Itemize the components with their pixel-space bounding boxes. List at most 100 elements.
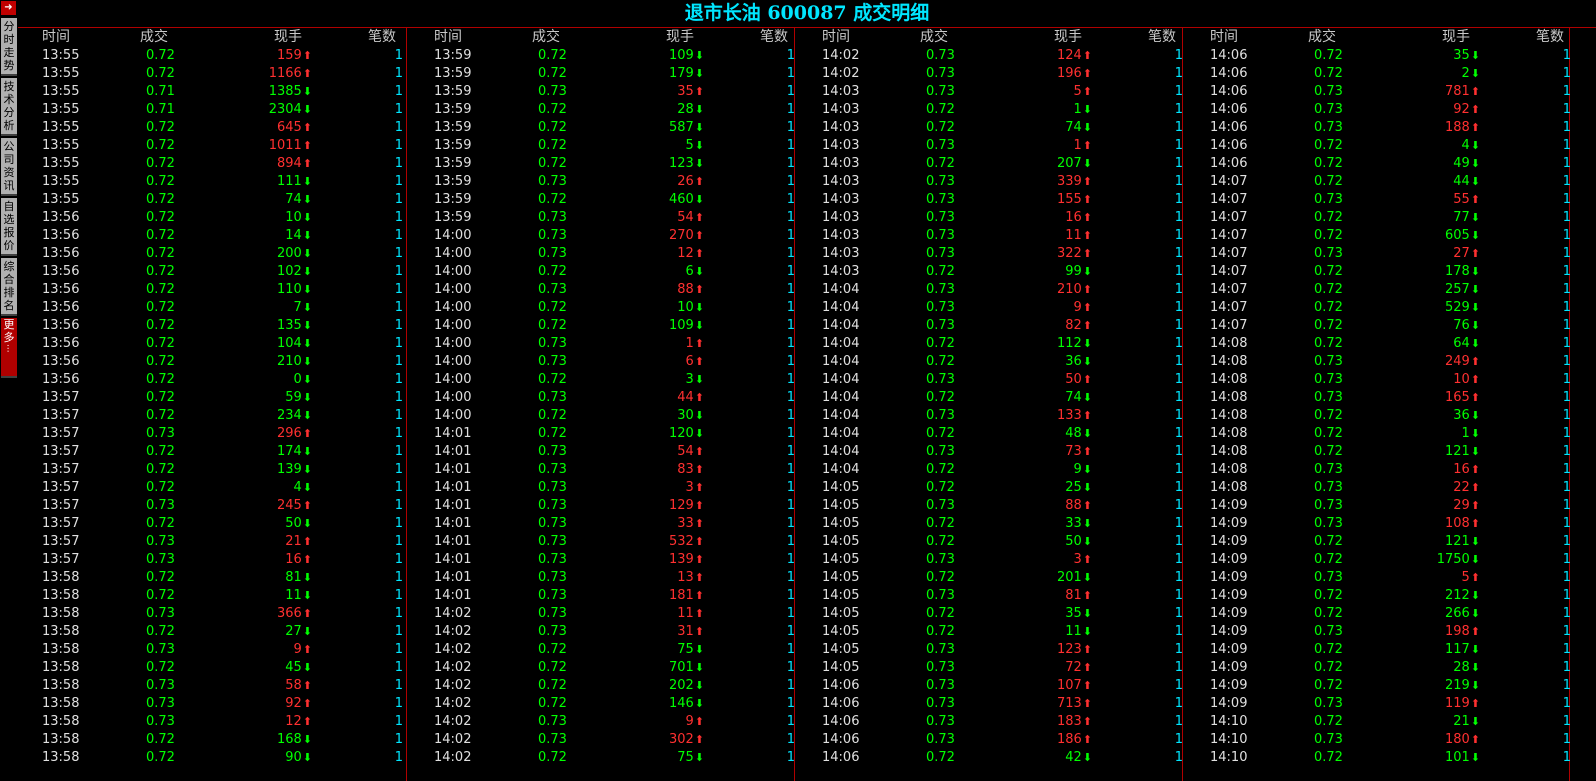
arrow-up-icon: ⬆ <box>1470 373 1480 386</box>
trade-volume: 50⬇ <box>1065 534 1092 549</box>
trade-volume: 1⬆ <box>685 336 705 351</box>
trade-count: 1 <box>1174 228 1183 243</box>
trade-price: 0.73 <box>926 282 955 297</box>
trade-price: 0.72 <box>1314 426 1343 441</box>
trade-row: 14:04 0.72 74⬇ 1 <box>798 389 1188 407</box>
arrow-down-icon: ⬇ <box>694 103 704 116</box>
trade-time: 14:03 <box>822 84 860 99</box>
trade-row: 13:58 0.72 27⬇ 1 <box>18 623 408 641</box>
trade-count: 1 <box>786 516 795 531</box>
trade-row: 13:55 0.72 1166⬆ 1 <box>18 65 408 83</box>
arrow-up-icon: ⬆ <box>1082 211 1092 224</box>
arrow-down-icon: ⬇ <box>1470 157 1480 170</box>
trade-count: 1 <box>394 606 403 621</box>
trade-price: 0.72 <box>1314 138 1343 153</box>
arrow-up-icon: ⬆ <box>1082 409 1092 422</box>
trade-time: 13:58 <box>42 732 80 747</box>
trade-price: 0.73 <box>538 624 567 639</box>
header-count: 笔数 <box>1148 29 1176 45</box>
trade-price: 0.72 <box>1314 552 1343 567</box>
trade-row: 13:59 0.72 179⬇ 1 <box>410 65 800 83</box>
trade-row: 14:06 0.72 49⬇ 1 <box>1186 155 1576 173</box>
trade-volume: 44⬆ <box>677 390 704 405</box>
side-tab-1[interactable]: 技术分析 <box>1 78 17 136</box>
arrow-up-icon: ⬆ <box>694 571 704 584</box>
trade-volume: 110⬇ <box>276 282 312 297</box>
arrow-up-icon: ⬆ <box>1082 319 1092 332</box>
trade-time: 13:56 <box>42 210 80 225</box>
side-tab-4[interactable]: 综合排名 <box>1 258 17 316</box>
arrow-down-icon: ⬇ <box>1470 265 1480 278</box>
trade-price: 0.73 <box>146 552 175 567</box>
trade-volume: 58⬆ <box>285 678 312 693</box>
trade-count: 1 <box>1562 246 1571 261</box>
side-tab-3[interactable]: 自选报价 <box>1 198 17 256</box>
arrow-up-icon: ⬆ <box>1082 679 1092 692</box>
side-tab-0[interactable]: 分时走势 <box>1 18 17 76</box>
trade-price: 0.72 <box>926 570 955 585</box>
trade-count: 1 <box>786 750 795 765</box>
trade-row: 14:02 0.73 124⬆ 1 <box>798 47 1188 65</box>
trade-count: 1 <box>786 480 795 495</box>
trade-price: 0.72 <box>146 462 175 477</box>
trade-volume: 245⬆ <box>276 498 312 513</box>
trade-volume: 9⬆ <box>293 642 313 657</box>
trade-volume: 366⬆ <box>276 606 312 621</box>
trade-volume: 35⬇ <box>1453 48 1480 63</box>
trade-row: 13:57 0.72 59⬇ 1 <box>18 389 408 407</box>
trade-count: 1 <box>1174 552 1183 567</box>
trade-count: 1 <box>786 192 795 207</box>
trade-row: 14:01 0.73 532⬆ 1 <box>410 533 800 551</box>
trade-time: 14:08 <box>1210 426 1248 441</box>
trade-count: 1 <box>1174 138 1183 153</box>
trade-volume: 302⬆ <box>668 732 704 747</box>
arrow-down-icon: ⬇ <box>694 157 704 170</box>
trade-time: 14:01 <box>434 516 472 531</box>
trade-time: 14:04 <box>822 372 860 387</box>
trade-time: 14:06 <box>1210 66 1248 81</box>
trade-count: 1 <box>1562 66 1571 81</box>
trade-time: 13:56 <box>42 228 80 243</box>
arrow-up-icon: ⬆ <box>1082 589 1092 602</box>
trade-count: 1 <box>786 318 795 333</box>
trade-count: 1 <box>394 570 403 585</box>
trade-count: 1 <box>394 246 403 261</box>
trade-time: 13:55 <box>42 174 80 189</box>
trade-time: 14:01 <box>434 498 472 513</box>
trade-count: 1 <box>1562 174 1571 189</box>
trade-count: 1 <box>786 642 795 657</box>
trade-price: 0.73 <box>1314 516 1343 531</box>
trade-time: 14:03 <box>822 102 860 117</box>
trade-price: 0.72 <box>146 624 175 639</box>
arrow-up-icon: ⬆ <box>694 391 704 404</box>
trade-time: 14:00 <box>434 390 472 405</box>
arrow-up-icon: ⬆ <box>1470 517 1480 530</box>
side-tab-2[interactable]: 公司资讯 <box>1 138 17 196</box>
arrow-up-icon: ⬆ <box>694 607 704 620</box>
trade-row: 14:04 0.73 82⬆ 1 <box>798 317 1188 335</box>
trade-count: 1 <box>1174 570 1183 585</box>
side-tab-more[interactable]: 更多... <box>1 318 17 378</box>
trade-volume: 210⬇ <box>276 354 312 369</box>
arrow-down-icon: ⬇ <box>1082 463 1092 476</box>
trade-price: 0.72 <box>926 462 955 477</box>
trade-row: 14:03 0.73 1⬆ 1 <box>798 137 1188 155</box>
trade-row: 14:01 0.73 3⬆ 1 <box>410 479 800 497</box>
trade-volume: 1385⬇ <box>268 84 312 99</box>
trade-volume: 339⬆ <box>1056 174 1092 189</box>
trade-count: 1 <box>1562 642 1571 657</box>
trade-time: 14:09 <box>1210 552 1248 567</box>
trade-row: 14:05 0.73 123⬆ 1 <box>798 641 1188 659</box>
trade-count: 1 <box>1174 624 1183 639</box>
trade-volume: 460⬇ <box>668 192 704 207</box>
trade-volume: 6⬆ <box>685 354 705 369</box>
trade-volume: 27⬇ <box>285 624 312 639</box>
trade-time: 14:06 <box>822 732 860 747</box>
trade-volume: 50⬇ <box>285 516 312 531</box>
trade-count: 1 <box>1174 462 1183 477</box>
exit-icon[interactable]: ➜ <box>1 1 16 15</box>
trade-time: 14:02 <box>434 624 472 639</box>
arrow-down-icon: ⬇ <box>694 139 704 152</box>
arrow-up-icon: ⬆ <box>694 211 704 224</box>
trade-time: 14:05 <box>822 660 860 675</box>
